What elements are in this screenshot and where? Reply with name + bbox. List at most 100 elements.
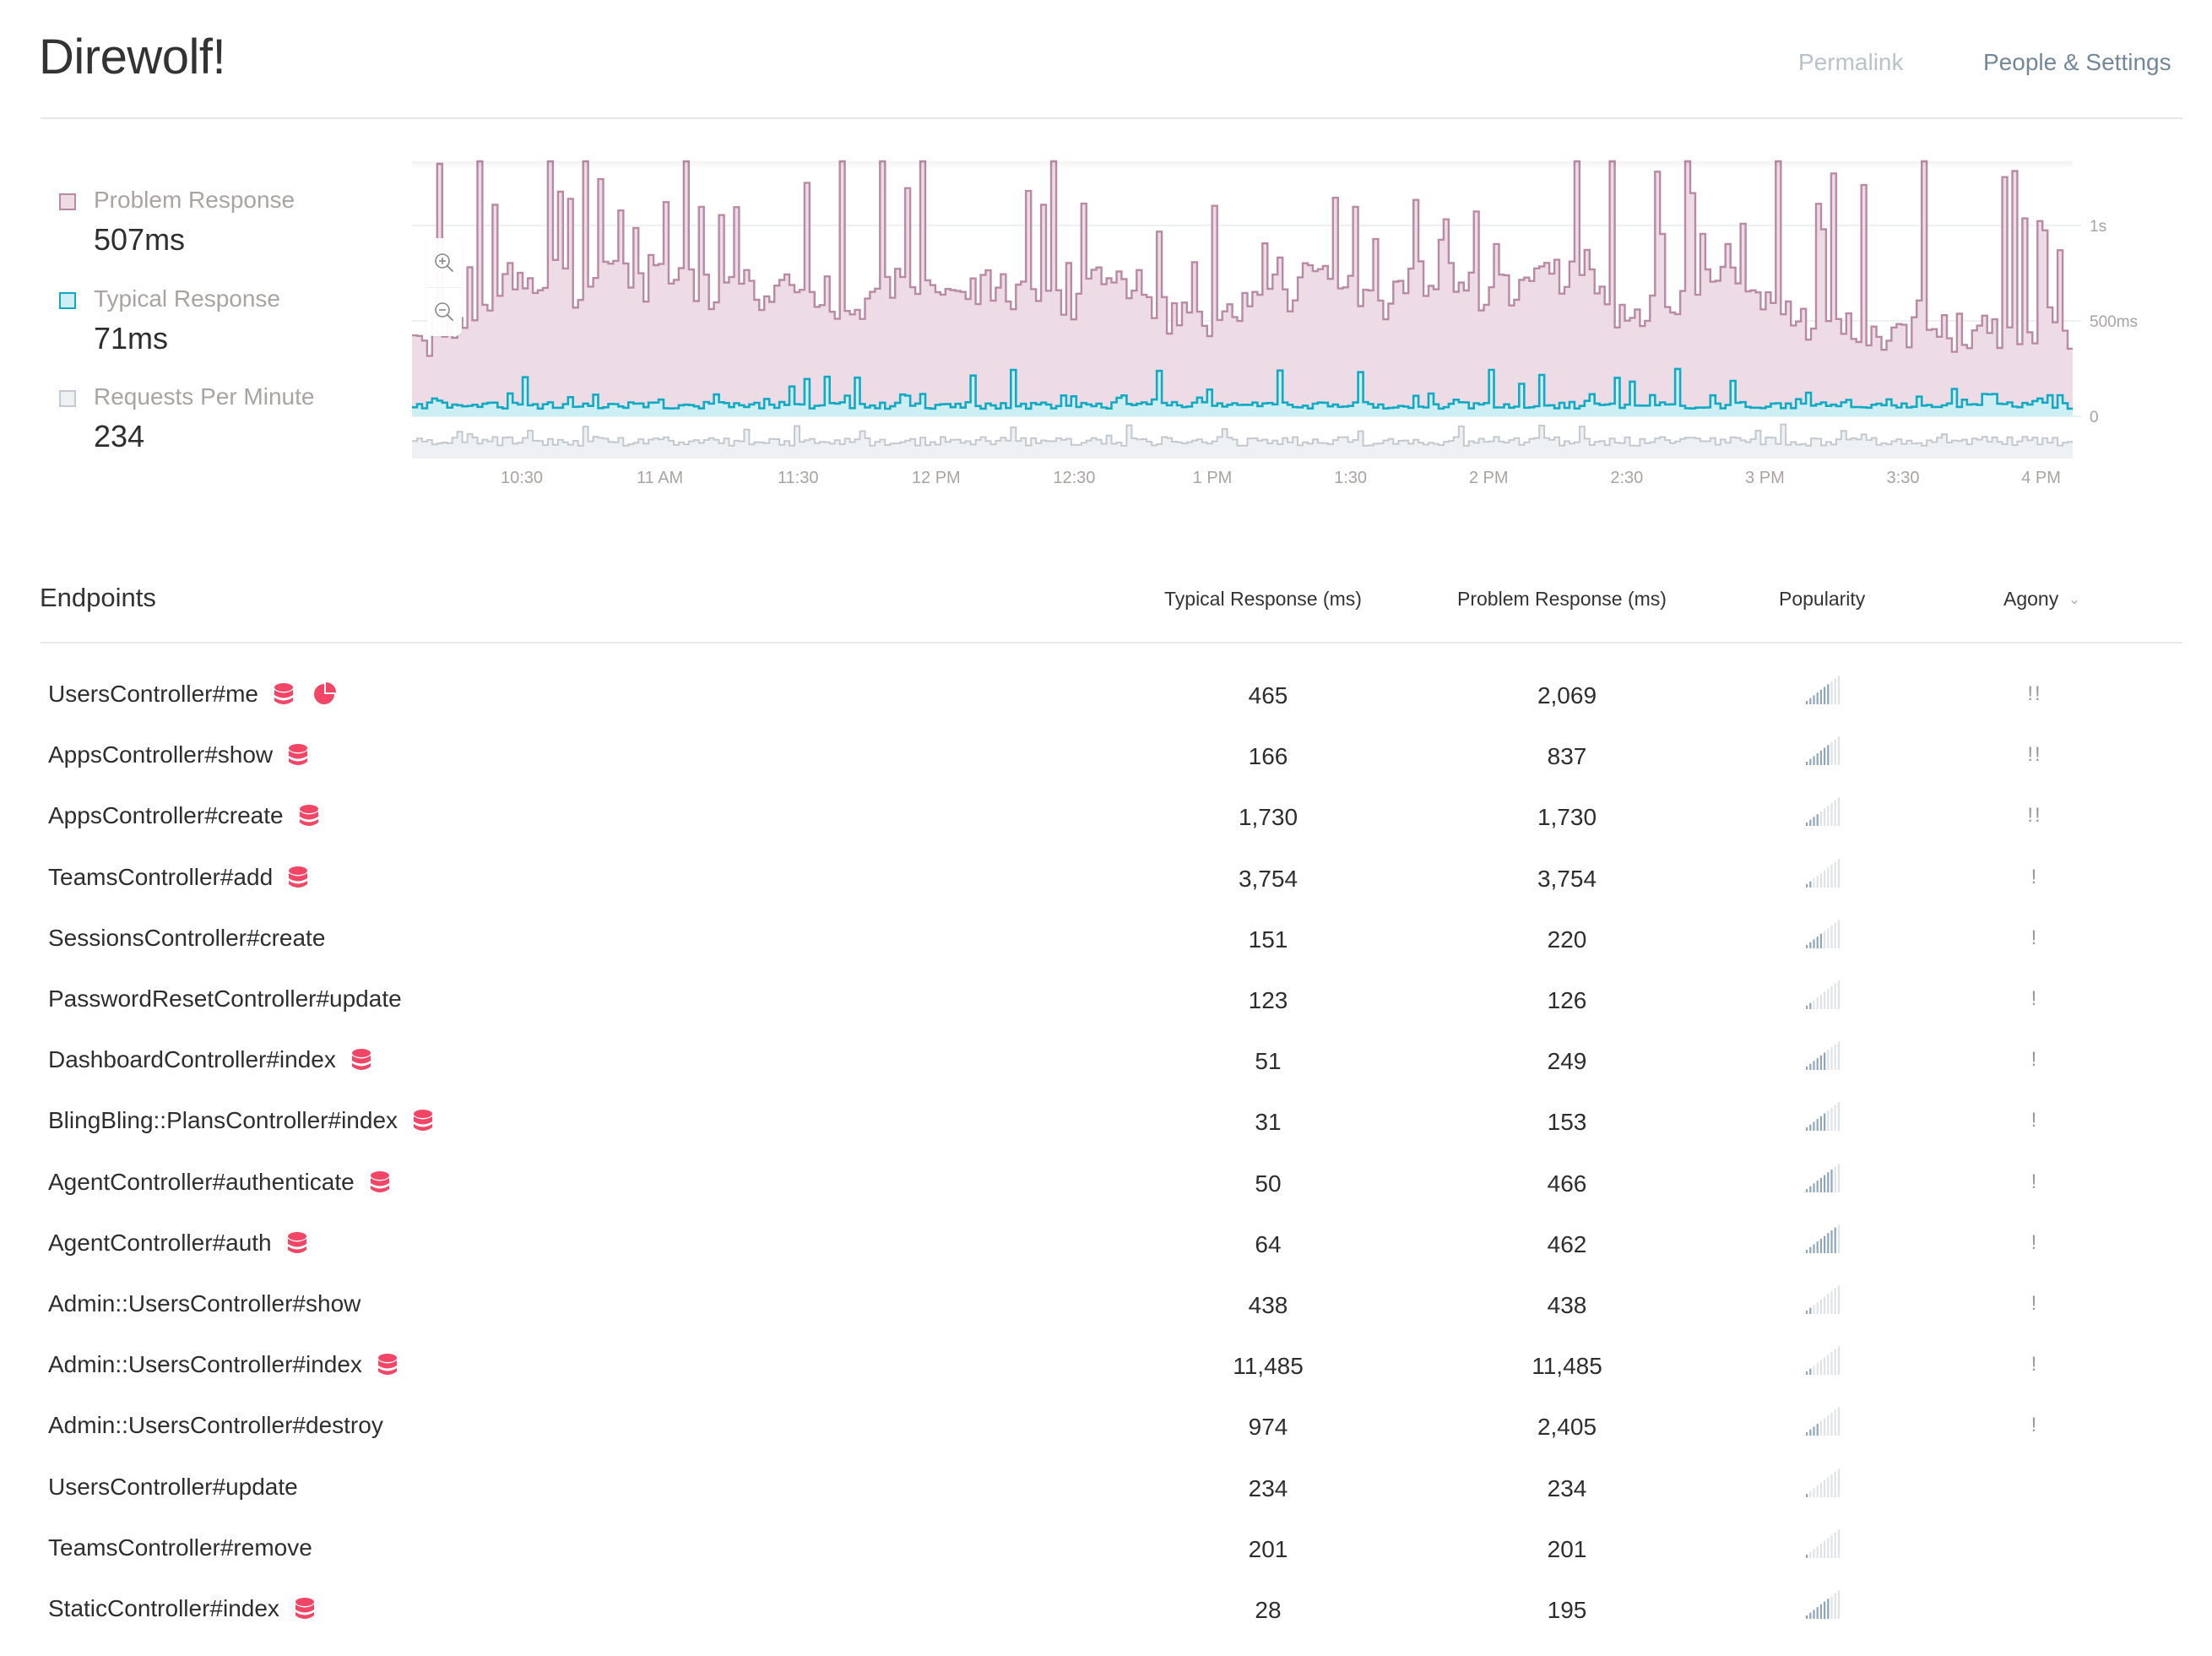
endpoint-name: UsersController#update: [48, 1473, 298, 1500]
endpoint-name-link[interactable]: UsersController#me: [48, 681, 336, 708]
endpoint-name-link[interactable]: PasswordResetController#update: [48, 985, 402, 1013]
popularity-bar: [1824, 687, 1826, 704]
popularity-bar: [1830, 803, 1833, 827]
chart-zoom-controls: [426, 238, 462, 336]
table-row[interactable]: Admin::UsersController#index 11,485 11,48…: [0, 1346, 2212, 1412]
popularity-bar: [1809, 1063, 1812, 1071]
table-row[interactable]: Admin::UsersController#show 438 438!: [0, 1285, 2212, 1351]
popularity-bar: [1827, 1232, 1830, 1253]
column-header-typical-response[interactable]: Typical Response (ms): [1164, 588, 1362, 611]
table-row[interactable]: TeamsController#remove 201 201: [0, 1529, 2212, 1595]
chart-top-shadow: [412, 161, 2073, 168]
table-row[interactable]: TeamsController#add 3,754 3,754!: [0, 858, 2212, 925]
table-row[interactable]: BlingBling::PlansController#index 31 153!: [0, 1102, 2212, 1168]
popularity-bar: [1837, 1224, 1840, 1253]
popularity-bar: [1827, 745, 1830, 766]
chart-canvas[interactable]: 0 500ms 1s 10:30 11 AM 11:30 12 PM 12:30 1 PM 1:…: [397, 152, 2187, 507]
agony-indicator: !: [2030, 1353, 2039, 1376]
endpoint-name-link[interactable]: TeamsController#remove: [48, 1534, 312, 1561]
x-axis-tick-label: 2 PM: [1469, 469, 1509, 487]
popularity-meter: [1806, 1102, 1840, 1132]
endpoint-name-link[interactable]: TeamsController#add: [48, 864, 308, 891]
typical-response-value: 166: [1248, 743, 1288, 770]
endpoint-name-link[interactable]: AgentController#authenticate: [48, 1169, 390, 1196]
legend-label: Typical Response: [94, 285, 281, 312]
popularity-meter: [1806, 797, 1840, 827]
endpoint-name-link[interactable]: AgentController#auth: [48, 1230, 307, 1257]
popularity-bar: [1813, 1487, 1815, 1497]
column-header-agony[interactable]: Agony ⌄: [2003, 588, 2080, 611]
agony-indicator: !: [2030, 1414, 2039, 1437]
popularity-bar: [1819, 750, 1822, 766]
typical-response-value: 50: [1255, 1170, 1282, 1197]
popularity-bar: [1809, 1125, 1812, 1132]
table-row[interactable]: DashboardController#index 51 249!: [0, 1041, 2212, 1107]
popularity-bar: [1827, 1355, 1830, 1376]
typical-response-value: 151: [1248, 926, 1288, 953]
table-row[interactable]: StaticController#index 28 195: [0, 1590, 2212, 1656]
endpoint-name: TeamsController#remove: [48, 1534, 312, 1561]
popularity-bar: [1806, 1615, 1808, 1619]
popularity-bar: [1816, 936, 1819, 948]
popularity-bar: [1837, 980, 1840, 1009]
popularity-bar: [1834, 1532, 1836, 1558]
problem-response-series: [412, 160, 2073, 416]
table-row[interactable]: UsersController#me 465 2,069!!: [0, 676, 2212, 741]
endpoint-name: AppsController#create: [48, 802, 284, 829]
popularity-bar: [1824, 870, 1826, 888]
people-settings-link[interactable]: People & Settings: [1983, 49, 2171, 76]
table-row[interactable]: UsersController#update 234 234: [0, 1468, 2212, 1534]
problem-response-value: 462: [1547, 1230, 1587, 1257]
table-row[interactable]: AgentController#authenticate 50 466!: [0, 1163, 2212, 1230]
popularity-meter: [1806, 1590, 1840, 1619]
table-row[interactable]: Admin::UsersController#destroy 974 2,405!: [0, 1407, 2212, 1473]
popularity-bar: [1834, 1593, 1836, 1619]
popularity-bar: [1819, 1421, 1822, 1436]
popularity-bar: [1809, 1551, 1812, 1558]
x-axis-tick-label: 1 PM: [1193, 469, 1233, 487]
endpoint-name-link[interactable]: Admin::UsersController#show: [48, 1290, 361, 1317]
endpoint-name-link[interactable]: AppsController#show: [48, 741, 308, 768]
popularity-bar: [1834, 1105, 1836, 1132]
popularity-bar: [1837, 1529, 1840, 1558]
popularity-bar: [1834, 1044, 1836, 1071]
popularity-bar: [1824, 1540, 1826, 1558]
problem-response-value: 153: [1547, 1109, 1587, 1136]
endpoint-name-link[interactable]: UsersController#update: [48, 1474, 298, 1501]
endpoint-name-link[interactable]: BlingBling::PlansController#index: [48, 1107, 433, 1134]
column-header-popularity[interactable]: Popularity: [1779, 588, 1865, 611]
problem-response-area: [412, 161, 2073, 416]
table-row[interactable]: AppsController#show 166 837!!: [0, 736, 2212, 802]
popularity-bar: [1834, 983, 1836, 1009]
agony-indicator: !!: [2027, 804, 2042, 828]
endpoint-name-link[interactable]: DashboardController#index: [48, 1046, 371, 1073]
zoom-out-button[interactable]: [426, 287, 462, 336]
endpoint-name-link[interactable]: Admin::UsersController#destroy: [48, 1412, 383, 1439]
popularity-bar: [1834, 678, 1836, 704]
endpoint-name-link[interactable]: Admin::UsersController#index: [48, 1351, 398, 1378]
popularity-bar: [1806, 1249, 1808, 1253]
endpoints-heading: Endpoints: [40, 583, 156, 612]
endpoint-name-link[interactable]: StaticController#index: [48, 1595, 315, 1622]
table-row[interactable]: AppsController#create 1,730 1,730!!: [0, 797, 2212, 863]
popularity-bar: [1837, 1163, 1840, 1192]
permalink-link[interactable]: Permalink: [1798, 49, 1903, 76]
column-header-problem-response[interactable]: Problem Response (ms): [1457, 588, 1667, 611]
response-time-chart[interactable]: 0 500ms 1s 10:30 11 AM 11:30 12 PM 12:30 1 PM 1:…: [397, 152, 2187, 507]
zoom-in-button[interactable]: [426, 238, 462, 288]
popularity-bar: [1806, 1371, 1808, 1376]
popularity-bar: [1827, 1050, 1830, 1071]
table-row[interactable]: SessionsController#create 151 220!: [0, 920, 2212, 985]
endpoint-name-link[interactable]: SessionsController#create: [48, 925, 325, 952]
y-axis-tick-label: 0: [2090, 409, 2099, 426]
endpoint-name-link[interactable]: AppsController#create: [48, 802, 319, 829]
popularity-meter: [1806, 1224, 1840, 1253]
table-row[interactable]: AgentController#auth 64 462!: [0, 1224, 2212, 1290]
agony-indicator: !: [2030, 1230, 2039, 1254]
typical-response-value: 64: [1255, 1230, 1282, 1257]
table-row[interactable]: PasswordResetController#update 123 126!: [0, 980, 2212, 1046]
popularity-bar: [1809, 1002, 1812, 1009]
popularity-bar: [1830, 1534, 1833, 1558]
app-title: Direwolf!: [39, 30, 226, 84]
agony-indicator: !!: [2027, 743, 2042, 767]
